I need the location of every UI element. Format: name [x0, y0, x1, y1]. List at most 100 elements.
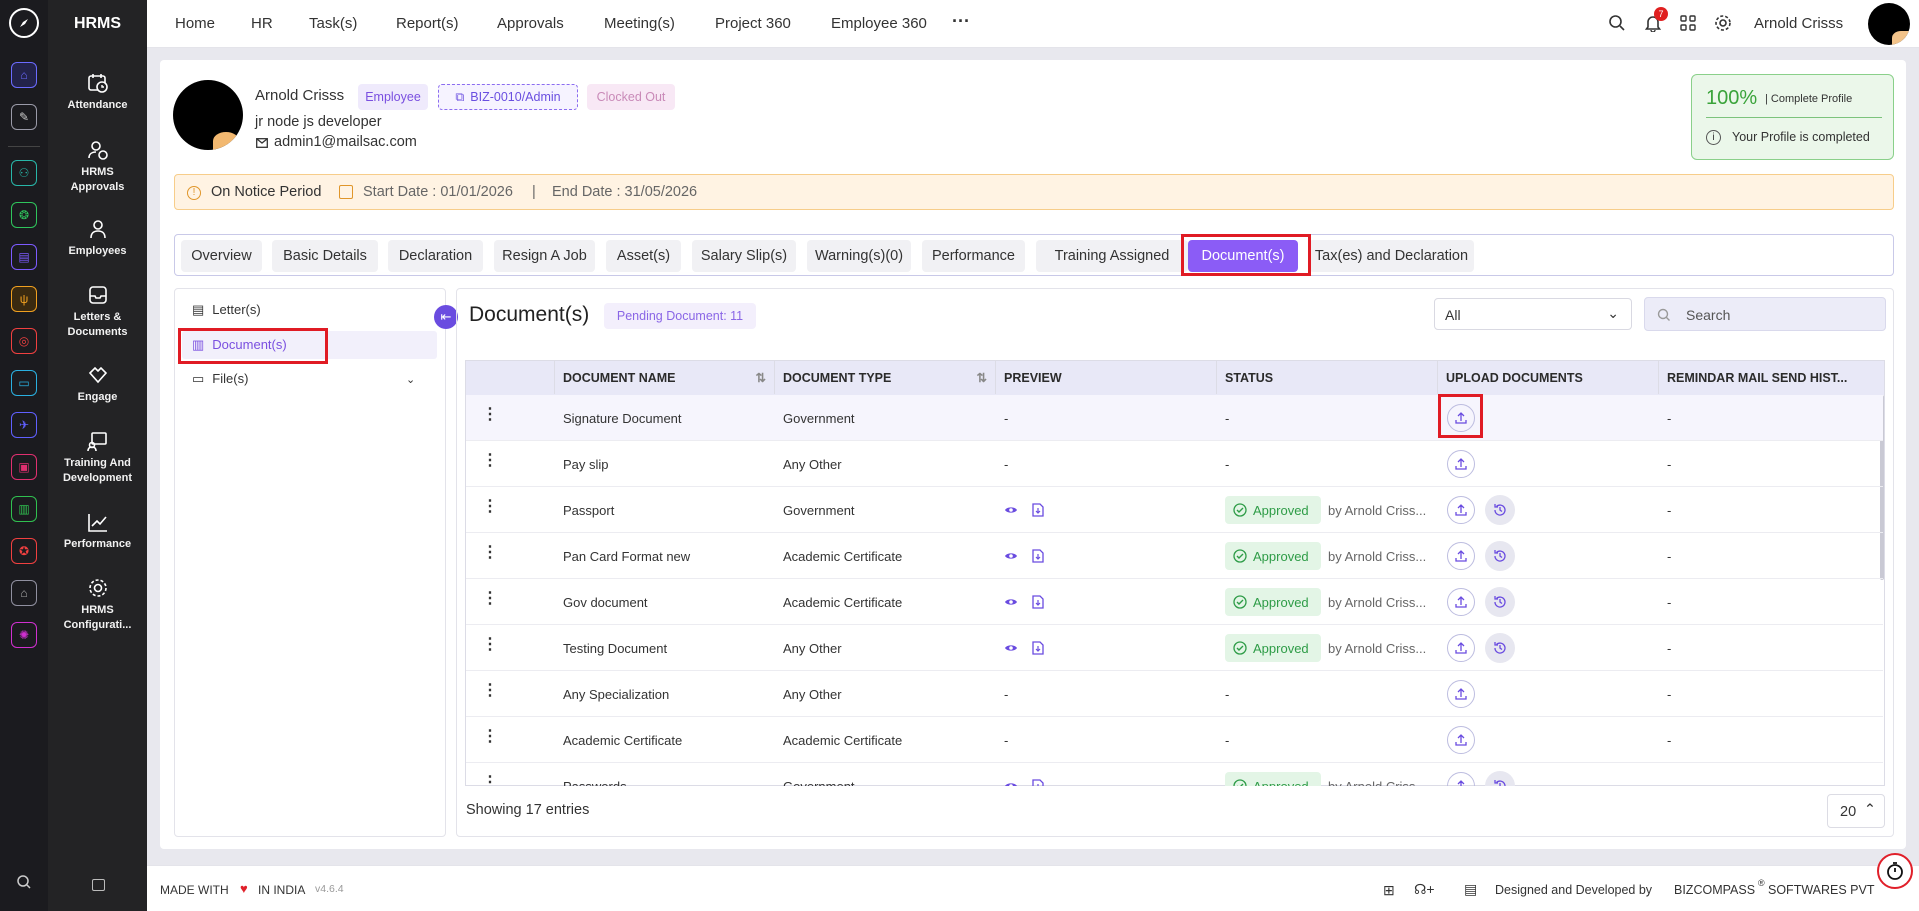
preview-eye-icon[interactable]: [996, 487, 1018, 533]
sidebar-item-letters-documents[interactable]: Letters & Documents: [48, 284, 147, 340]
sidebar-item-hrms-approvals[interactable]: HRMS Approvals: [48, 139, 147, 195]
search-input[interactable]: Search: [1644, 297, 1886, 331]
tab-declaration[interactable]: Declaration: [388, 240, 483, 272]
preview-eye-icon[interactable]: [996, 579, 1018, 625]
preview-download-icon[interactable]: [1024, 763, 1044, 786]
collapse-sidebar-icon[interactable]: [92, 879, 105, 891]
collapse-panel-button[interactable]: ⇤: [434, 305, 458, 329]
apps-grid-icon[interactable]: [1680, 15, 1696, 31]
nav-meetings[interactable]: Meeting(s): [604, 15, 675, 32]
sort-icon[interactable]: ⇅: [756, 370, 766, 385]
row-actions-menu-icon[interactable]: ⋮: [474, 483, 498, 529]
document-footer-icon[interactable]: ▤: [1464, 881, 1477, 898]
page-size-select[interactable]: 20 ⌃: [1827, 794, 1885, 828]
document-type-cell: Government: [783, 778, 855, 787]
nav-project-360[interactable]: Project 360: [715, 15, 791, 32]
approved-by-cell: by Arnold Criss...: [1328, 502, 1427, 518]
status-badge: Approved: [1225, 496, 1321, 524]
tab-overview[interactable]: Overview: [181, 240, 262, 272]
preview-eye-icon[interactable]: [996, 533, 1018, 579]
employee-id-badge[interactable]: ⧉ BIZ-0010/Admin: [438, 84, 578, 110]
sidebar-item-attendance[interactable]: Attendance: [48, 72, 147, 113]
upload-document-button[interactable]: [1447, 450, 1475, 478]
document-name-cell: Signature Document: [563, 410, 682, 426]
history-button[interactable]: [1485, 541, 1515, 571]
search-icon[interactable]: [1608, 14, 1626, 32]
target-module-icon[interactable]: ◎: [11, 328, 37, 354]
warning-icon: !: [187, 186, 201, 200]
preview-cell: -: [1004, 456, 1009, 472]
chevron-down-icon[interactable]: ⌄: [406, 373, 415, 386]
nav-reports[interactable]: Report(s): [396, 15, 459, 32]
sidebar-item-employees[interactable]: Employees: [48, 218, 147, 259]
nav-hr[interactable]: HR: [251, 15, 273, 32]
document-name-cell: Passwords: [563, 778, 627, 787]
reminder-cell: -: [1667, 732, 1672, 748]
tab-performance[interactable]: Performance: [922, 240, 1025, 272]
home-module-icon[interactable]: ⌂: [11, 62, 37, 88]
preview-download-icon[interactable]: [1024, 487, 1044, 533]
row-actions-menu-icon[interactable]: ⋮: [474, 713, 498, 759]
upload-document-button[interactable]: [1447, 542, 1475, 570]
menu-files[interactable]: ▭ File(s): [192, 371, 248, 387]
row-actions-menu-icon[interactable]: ⋮: [474, 667, 498, 713]
user-name[interactable]: Arnold Crisss: [1754, 15, 1843, 32]
sort-icon[interactable]: ⇅: [977, 370, 987, 385]
upload-document-button[interactable]: [1447, 496, 1475, 524]
tab-warnings[interactable]: Warning(s)(0): [807, 240, 911, 272]
support-icon[interactable]: ☊+: [1414, 881, 1435, 898]
header-document-name[interactable]: DOCUMENT NAME ⇅: [555, 361, 775, 394]
team-module-icon[interactable]: ⚇: [11, 160, 37, 186]
upload-document-button[interactable]: [1447, 726, 1475, 754]
upload-document-button[interactable]: [1447, 588, 1475, 616]
preview-eye-icon[interactable]: [996, 625, 1018, 671]
nav-employee-360[interactable]: Employee 360: [831, 15, 927, 32]
search-icon: [1657, 308, 1671, 322]
database-module-icon[interactable]: ▭: [11, 370, 37, 396]
upload-document-button[interactable]: [1447, 680, 1475, 708]
tab-assets[interactable]: Asset(s): [606, 240, 681, 272]
tab-basic-details[interactable]: Basic Details: [272, 240, 378, 272]
tab-salary-slips[interactable]: Salary Slip(s): [692, 240, 796, 272]
menu-files-label: File(s): [212, 371, 249, 386]
chevron-down-icon: ⌄: [1607, 305, 1619, 321]
timer-icon[interactable]: [1877, 853, 1913, 889]
preview-download-icon[interactable]: [1024, 625, 1044, 671]
row-actions-menu-icon[interactable]: ⋮: [474, 437, 498, 483]
tab-resign-a-job[interactable]: Resign A Job: [494, 240, 595, 272]
search-icon[interactable]: [16, 874, 32, 890]
row-actions-menu-icon[interactable]: ⋮: [474, 529, 498, 575]
preview-download-icon[interactable]: [1024, 533, 1044, 579]
menu-letters[interactable]: ▤ Letter(s): [192, 302, 261, 318]
row-actions-menu-icon[interactable]: ⋮: [474, 621, 498, 667]
history-button[interactable]: [1485, 495, 1515, 525]
nav-approvals[interactable]: Approvals: [497, 15, 564, 32]
tab-training-assigned[interactable]: Training Assigned: [1036, 240, 1188, 272]
nav-home[interactable]: Home: [175, 15, 215, 32]
row-actions-menu-icon[interactable]: ⋮: [474, 395, 498, 437]
compass-logo-icon[interactable]: [9, 8, 39, 38]
preview-download-icon[interactable]: [1024, 579, 1044, 625]
pin-module-icon[interactable]: ✎: [11, 104, 37, 130]
nav-tasks[interactable]: Task(s): [309, 15, 357, 32]
settings-gear-icon[interactable]: [1714, 14, 1732, 32]
row-actions-menu-icon[interactable]: ⋮: [474, 759, 498, 786]
check-circle-icon: [1233, 503, 1247, 517]
status-filter-select[interactable]: All ⌄: [1434, 298, 1632, 330]
tab-taxes-declaration[interactable]: Tax(es) and Declaration: [1309, 240, 1474, 272]
row-actions-menu-icon[interactable]: ⋮: [474, 575, 498, 621]
document-type-cell: Any Other: [783, 686, 842, 702]
avatar[interactable]: [1868, 3, 1910, 45]
history-button[interactable]: [1485, 633, 1515, 663]
header-document-type[interactable]: DOCUMENT TYPE ⇅: [775, 361, 996, 394]
preview-eye-icon[interactable]: [996, 763, 1018, 786]
more-nav-icon[interactable]: ···: [952, 11, 970, 32]
history-button[interactable]: [1485, 587, 1515, 617]
briefcase-module-icon[interactable]: ▤: [11, 244, 37, 270]
status-text: Approved: [1253, 594, 1309, 610]
hrms-module-icon[interactable]: ψ: [11, 286, 37, 312]
user-check-icon: [87, 141, 108, 160]
windows-icon[interactable]: ⊞: [1383, 882, 1395, 899]
upload-document-button[interactable]: [1447, 634, 1475, 662]
finance-module-icon[interactable]: ❂: [11, 202, 37, 228]
